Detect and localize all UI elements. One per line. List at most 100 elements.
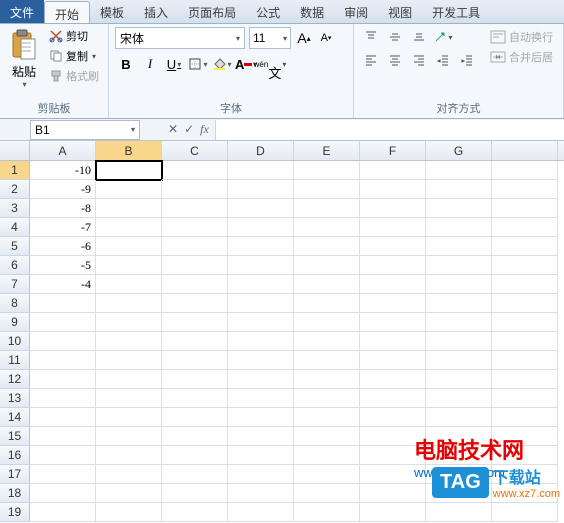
cell[interactable]	[294, 199, 360, 218]
cell[interactable]	[228, 294, 294, 313]
enter-formula-button[interactable]: ✓	[184, 122, 194, 137]
cell[interactable]	[96, 218, 162, 237]
cell[interactable]	[162, 408, 228, 427]
cell[interactable]	[162, 465, 228, 484]
cell[interactable]	[492, 237, 558, 256]
cell[interactable]	[96, 275, 162, 294]
cell[interactable]	[360, 332, 426, 351]
cell[interactable]	[228, 427, 294, 446]
cell[interactable]	[360, 161, 426, 180]
cell[interactable]	[228, 199, 294, 218]
cell[interactable]	[30, 408, 96, 427]
cell[interactable]	[228, 275, 294, 294]
cell[interactable]	[30, 484, 96, 503]
cell[interactable]	[228, 218, 294, 237]
column-header[interactable]: E	[294, 141, 360, 160]
cancel-formula-button[interactable]: ✕	[168, 122, 178, 137]
italic-button[interactable]: I	[139, 53, 161, 75]
row-header[interactable]: 8	[0, 294, 30, 313]
cell[interactable]	[294, 161, 360, 180]
cell[interactable]	[294, 180, 360, 199]
wrap-text-button[interactable]: 自动换行	[486, 27, 557, 47]
cell[interactable]	[360, 370, 426, 389]
cell[interactable]	[294, 218, 360, 237]
cell[interactable]	[426, 275, 492, 294]
cell[interactable]	[294, 370, 360, 389]
cell[interactable]	[162, 389, 228, 408]
cell[interactable]	[492, 218, 558, 237]
cell[interactable]	[96, 446, 162, 465]
cell[interactable]	[96, 180, 162, 199]
cell[interactable]	[30, 294, 96, 313]
cell[interactable]	[30, 389, 96, 408]
cell[interactable]	[294, 237, 360, 256]
cell[interactable]	[228, 237, 294, 256]
cell[interactable]	[96, 465, 162, 484]
cell[interactable]	[96, 408, 162, 427]
cell[interactable]	[30, 313, 96, 332]
cell[interactable]	[228, 446, 294, 465]
cell[interactable]	[162, 313, 228, 332]
cell[interactable]	[426, 503, 492, 522]
cell[interactable]	[426, 199, 492, 218]
cell[interactable]	[30, 465, 96, 484]
row-header[interactable]: 10	[0, 332, 30, 351]
cell[interactable]	[162, 446, 228, 465]
cell[interactable]	[96, 332, 162, 351]
cell[interactable]	[96, 313, 162, 332]
cell[interactable]: -9	[30, 180, 96, 199]
cell[interactable]	[426, 237, 492, 256]
column-header[interactable]	[492, 141, 558, 160]
row-header[interactable]: 19	[0, 503, 30, 522]
row-header[interactable]: 1	[0, 161, 30, 180]
tab-developer[interactable]: 开发工具	[422, 0, 490, 23]
cell[interactable]	[162, 427, 228, 446]
cell[interactable]	[360, 351, 426, 370]
cell[interactable]	[360, 275, 426, 294]
column-header[interactable]: F	[360, 141, 426, 160]
cell[interactable]	[426, 332, 492, 351]
cell[interactable]	[426, 256, 492, 275]
cell[interactable]	[228, 161, 294, 180]
cell[interactable]	[426, 351, 492, 370]
paste-button[interactable]: 粘贴 ▾	[6, 27, 42, 91]
cell[interactable]	[228, 503, 294, 522]
cell[interactable]	[96, 427, 162, 446]
cell[interactable]: -4	[30, 275, 96, 294]
align-right-button[interactable]	[408, 50, 430, 70]
cell[interactable]	[96, 370, 162, 389]
tab-file[interactable]: 文件	[0, 0, 44, 23]
grow-font-button[interactable]: A▴	[295, 29, 313, 47]
column-header[interactable]: B	[96, 141, 162, 160]
align-middle-button[interactable]	[384, 27, 406, 47]
cell[interactable]	[162, 199, 228, 218]
row-header[interactable]: 17	[0, 465, 30, 484]
cell[interactable]	[96, 237, 162, 256]
cell[interactable]	[426, 370, 492, 389]
bold-button[interactable]: B	[115, 53, 137, 75]
cell[interactable]: -6	[30, 237, 96, 256]
cell[interactable]	[30, 370, 96, 389]
cell[interactable]	[162, 351, 228, 370]
cell[interactable]	[228, 408, 294, 427]
cell[interactable]	[96, 256, 162, 275]
cell[interactable]	[492, 275, 558, 294]
fx-button[interactable]: fx	[200, 122, 209, 137]
cell[interactable]	[360, 408, 426, 427]
cell[interactable]	[96, 484, 162, 503]
tab-view[interactable]: 视图	[378, 0, 422, 23]
cell[interactable]	[228, 256, 294, 275]
cell[interactable]	[96, 294, 162, 313]
cell[interactable]	[294, 389, 360, 408]
copy-button[interactable]: 复制▾	[46, 47, 102, 65]
tab-data[interactable]: 数据	[290, 0, 334, 23]
cell[interactable]	[228, 313, 294, 332]
cell[interactable]	[228, 484, 294, 503]
cell[interactable]	[360, 199, 426, 218]
cell[interactable]: -5	[30, 256, 96, 275]
cut-button[interactable]: 剪切	[46, 27, 102, 45]
cell[interactable]: -8	[30, 199, 96, 218]
cell[interactable]	[96, 199, 162, 218]
cell[interactable]	[360, 218, 426, 237]
tab-pagelayout[interactable]: 页面布局	[178, 0, 246, 23]
